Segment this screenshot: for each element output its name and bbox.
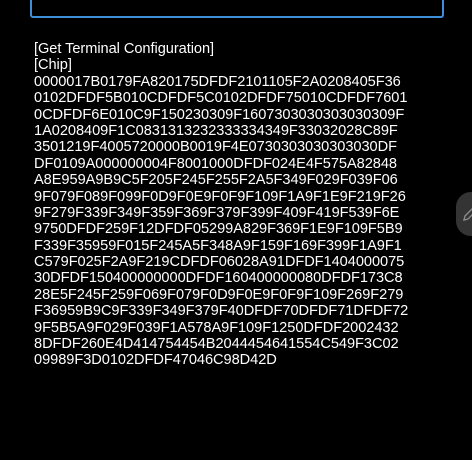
output-line: [Get Terminal Configuration] <box>34 41 215 57</box>
output-line: 09989F3D0102DFDF47046C98D42D <box>34 352 277 369</box>
output-line: 28E5F245F259F069F079F0D9F0E9F0F9F109F269… <box>34 286 404 303</box>
output-line: DF0109A000000004F8001000DFDF024E4F575A82… <box>34 155 397 172</box>
output-line: 9F079F089F099F0D9F0E9F0F9F109F1A9F1E9F21… <box>34 188 406 205</box>
output-line: F36959B9C9F339F349F379F40DFDF70DFDF71DFD… <box>34 303 409 320</box>
output-line: 0000017B0179FA820175DFDF2101105F2A020840… <box>34 73 401 90</box>
output-line: 9F279F339F349F359F369F379F399F409F419F53… <box>34 204 400 221</box>
output-line: 9750DFDF259F12DFDF05299A829F369F1E9F109F… <box>34 221 403 238</box>
output-line: 1A0208409F1C0831313232333334349F33032028… <box>34 122 398 139</box>
output-line: 0CDFDF6E010C9F150230309F1607303030303030… <box>34 106 405 123</box>
output-line: 8DFDF260E4D414754454B2044454641554C549F3… <box>34 336 399 353</box>
output-line: [Chip] <box>34 57 72 74</box>
output-line: 30DFDF150400000000DFDF160400000080DFDF17… <box>34 270 403 287</box>
command-input-field[interactable] <box>30 0 444 18</box>
output-line: A8E959A9B9C5F205F245F255F2A5F349F029F039… <box>34 172 398 189</box>
output-line: 0102DFDF5B010CDFDF5C0102DFDF75010CDFDF76… <box>34 90 408 107</box>
output-line: 3501219F4005720000B0019F4E07303030303030… <box>34 139 397 156</box>
output-line: C579F025F2A9F219CDFDF06028A91DFDF1404000… <box>34 254 405 271</box>
terminal-output: [Get Terminal Configuration] [Chip] 0000… <box>34 41 459 369</box>
scroll-handle[interactable] <box>456 192 472 236</box>
output-line: F339F35959F015F245A5F348A9F159F169F399F1… <box>34 237 402 254</box>
edit-pencil-icon <box>463 208 472 221</box>
output-line: 9F5B5A9F029F039F1A578A9F109F1250DFDF2002… <box>34 319 399 336</box>
